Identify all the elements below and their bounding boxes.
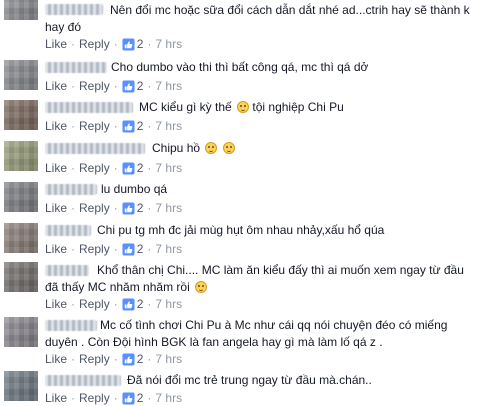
comment-actions: Like · Reply · 2 · 7 hrs bbox=[45, 37, 183, 52]
comment-text: Mc cố tình chơi Chi Pu à Mc như cái qq n… bbox=[45, 318, 448, 349]
comment-actions: Like · Reply · 2 · 7 hrs bbox=[45, 79, 183, 94]
like-count[interactable]: 2 bbox=[137, 79, 144, 94]
avatar[interactable] bbox=[4, 262, 38, 292]
comment-text: Nên đổi mc hoặc sữa đổi cách dẫn dắt nhé… bbox=[45, 3, 470, 34]
reply-button[interactable]: Reply bbox=[79, 37, 110, 52]
avatar[interactable] bbox=[4, 141, 38, 171]
reply-button[interactable]: Reply bbox=[79, 79, 110, 94]
comment-actions: Like · Reply · 2 · 7 hrs bbox=[45, 242, 183, 257]
comment-text: Chi pu tg mh đc jải mùg hụt ôm nhau nhảy… bbox=[97, 223, 385, 237]
reply-button[interactable]: Reply bbox=[79, 391, 110, 406]
commenter-name[interactable] bbox=[45, 225, 91, 236]
like-button[interactable]: Like bbox=[45, 297, 67, 312]
relieved-face-icon bbox=[205, 142, 218, 154]
reply-button[interactable]: Reply bbox=[79, 352, 110, 367]
like-count[interactable]: 2 bbox=[137, 201, 144, 216]
thumbs-up-icon[interactable] bbox=[122, 392, 135, 405]
like-button[interactable]: Like bbox=[45, 79, 67, 94]
comment-text: MC kiểu gì kỳ thế tội nghiệp Chi Pu bbox=[139, 100, 344, 114]
reply-button[interactable]: Reply bbox=[79, 161, 110, 176]
avatar[interactable] bbox=[4, 317, 38, 347]
like-count[interactable]: 2 bbox=[137, 242, 144, 257]
avatar[interactable] bbox=[4, 223, 38, 253]
comment-actions: Like · Reply · 2 · 7 hrs bbox=[45, 352, 183, 367]
confused-face-icon bbox=[195, 281, 208, 293]
comment-actions: Like · Reply · 2 · 7 hrs bbox=[45, 161, 183, 176]
comment-text: Chipu hồ bbox=[152, 140, 476, 157]
reply-button[interactable]: Reply bbox=[79, 297, 110, 312]
commenter-name[interactable] bbox=[45, 62, 107, 73]
avatar[interactable] bbox=[4, 100, 38, 130]
comment: Đã nói đổi mc trẻ trung ngay từ đầu mà.c… bbox=[0, 368, 482, 405]
comment-time[interactable]: 7 hrs bbox=[155, 119, 182, 134]
comment-time[interactable]: 7 hrs bbox=[155, 161, 182, 176]
comment: Chi pu tg mh đc jải mùg hụt ôm nhau nhảy… bbox=[0, 220, 482, 256]
confused-face-icon bbox=[237, 101, 250, 113]
like-button[interactable]: Like bbox=[45, 391, 67, 406]
like-count[interactable]: 2 bbox=[137, 297, 144, 312]
commenter-name[interactable] bbox=[45, 184, 97, 195]
commenter-name[interactable] bbox=[45, 102, 133, 113]
comment: lu dumbo qá Like · Reply · 2 · 7 hrs bbox=[0, 179, 482, 215]
comment-text: Khổ thân chị Chi.... MC làm ăn kiểu đấy … bbox=[45, 263, 464, 294]
comment-text: Đã nói đổi mc trẻ trung ngay từ đầu mà.c… bbox=[127, 373, 372, 387]
like-count[interactable]: 2 bbox=[137, 391, 144, 406]
like-count[interactable]: 2 bbox=[137, 161, 144, 176]
comment-time[interactable]: 7 hrs bbox=[155, 352, 182, 367]
like-count[interactable]: 2 bbox=[137, 352, 144, 367]
comment: Chipu hồ Like · Reply · 2 · 7 hrs bbox=[0, 138, 482, 176]
comment: MC kiểu gì kỳ thế tội nghiệp Chi Pu Like… bbox=[0, 97, 482, 133]
avatar[interactable] bbox=[4, 0, 38, 20]
comment: Cho dumbo vào thi thì bất công qá, mc th… bbox=[0, 56, 482, 94]
comment-actions: Like · Reply · 2 · 7 hrs bbox=[45, 201, 183, 216]
like-button[interactable]: Like bbox=[45, 201, 67, 216]
comment-text: lu dumbo qá bbox=[101, 182, 168, 196]
like-count[interactable]: 2 bbox=[137, 119, 144, 134]
like-button[interactable]: Like bbox=[45, 161, 67, 176]
like-button[interactable]: Like bbox=[45, 352, 67, 367]
comment-time[interactable]: 7 hrs bbox=[155, 297, 182, 312]
comment-actions: Like · Reply · 2 · 7 hrs bbox=[45, 297, 183, 312]
comment-actions: Like · Reply · 2 · 7 hrs bbox=[45, 391, 183, 406]
like-button[interactable]: Like bbox=[45, 37, 67, 52]
comment-actions: Like · Reply · 2 · 7 hrs bbox=[45, 119, 183, 134]
comment-time[interactable]: 7 hrs bbox=[155, 242, 182, 257]
comment-time[interactable]: 7 hrs bbox=[155, 201, 182, 216]
like-button[interactable]: Like bbox=[45, 119, 67, 134]
thumbs-up-icon[interactable] bbox=[122, 80, 135, 93]
comment: Nên đổi mc hoặc sữa đổi cách dẫn dắt nhé… bbox=[0, 0, 482, 51]
comment: Mc cố tình chơi Chi Pu à Mc như cái qq n… bbox=[0, 315, 482, 367]
comment-time[interactable]: 7 hrs bbox=[155, 391, 182, 406]
thumbs-up-icon[interactable] bbox=[122, 353, 135, 366]
thumbs-up-icon[interactable] bbox=[122, 120, 135, 133]
like-button[interactable]: Like bbox=[45, 242, 67, 257]
relieved-face-icon bbox=[222, 142, 235, 154]
avatar[interactable] bbox=[4, 182, 38, 212]
comment-text: Cho dumbo vào thi thì bất công qá, mc th… bbox=[111, 60, 369, 74]
thumbs-up-icon[interactable] bbox=[122, 298, 135, 311]
like-count[interactable]: 2 bbox=[137, 37, 144, 52]
thumbs-up-icon[interactable] bbox=[122, 202, 135, 215]
reply-button[interactable]: Reply bbox=[79, 201, 110, 216]
commenter-name[interactable] bbox=[45, 375, 121, 386]
avatar[interactable] bbox=[4, 371, 38, 401]
avatar[interactable] bbox=[4, 60, 38, 90]
thumbs-up-icon[interactable] bbox=[122, 243, 135, 256]
comment-time[interactable]: 7 hrs bbox=[155, 37, 182, 52]
commenter-name[interactable] bbox=[45, 143, 145, 154]
comment: Khổ thân chị Chi.... MC làm ăn kiểu đấy … bbox=[0, 260, 482, 312]
thumbs-up-icon[interactable] bbox=[122, 162, 135, 175]
reply-button[interactable]: Reply bbox=[79, 119, 110, 134]
comment-time[interactable]: 7 hrs bbox=[155, 79, 182, 94]
thumbs-up-icon[interactable] bbox=[122, 38, 135, 51]
reply-button[interactable]: Reply bbox=[79, 242, 110, 257]
